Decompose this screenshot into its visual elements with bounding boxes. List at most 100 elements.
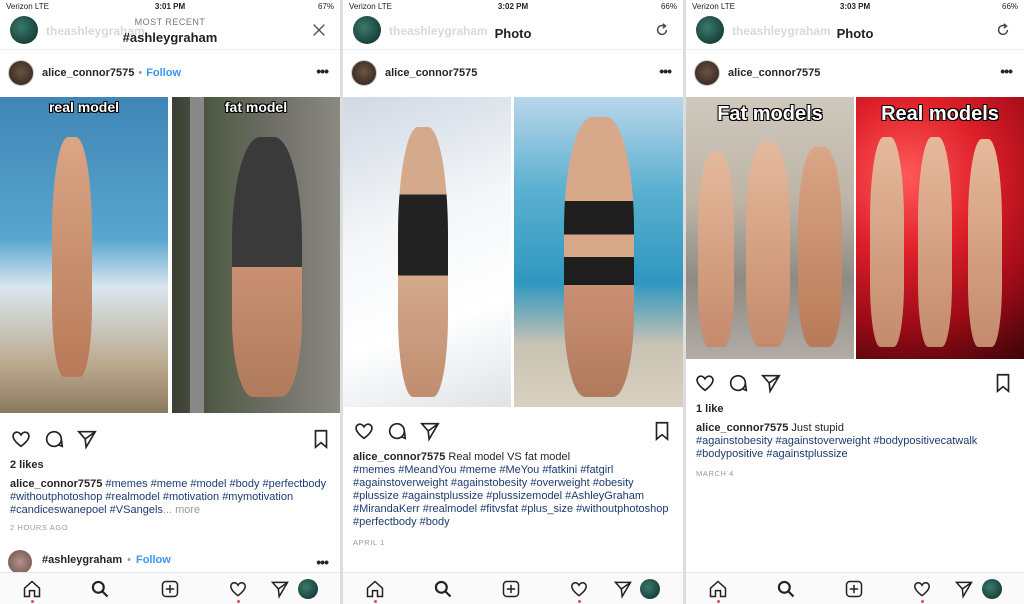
- separator-dot: •: [127, 554, 131, 566]
- post-photo-right[interactable]: fat model: [172, 97, 340, 413]
- post-photo-left[interactable]: Fat models: [686, 97, 854, 359]
- heart-icon[interactable]: [10, 428, 32, 450]
- carrier-label: Verizon LTE: [349, 1, 392, 11]
- profile-avatar[interactable]: [982, 579, 1002, 599]
- post-header: alice_connor7575 •••: [686, 60, 1024, 86]
- clock: 3:03 PM: [839, 1, 871, 11]
- bottom-navigation: [686, 572, 1024, 604]
- refresh-icon[interactable]: [994, 22, 1012, 40]
- clock: 3:01 PM: [154, 1, 186, 11]
- post-username[interactable]: alice_connor7575: [728, 67, 820, 79]
- heart-icon[interactable]: [353, 420, 375, 442]
- post-actions: [0, 428, 340, 450]
- photo-figure: [746, 142, 790, 347]
- photo-figure: [52, 137, 92, 377]
- direct-icon[interactable]: [613, 579, 633, 599]
- heart-icon[interactable]: [228, 579, 248, 599]
- caption-hashtags[interactable]: #againstobesity #againstoverweight #body…: [696, 435, 1014, 461]
- notification-dot: [717, 600, 720, 603]
- heart-icon[interactable]: [912, 579, 932, 599]
- direct-icon[interactable]: [954, 579, 974, 599]
- bookmark-icon[interactable]: [992, 372, 1014, 394]
- post-username[interactable]: alice_connor7575: [42, 67, 134, 79]
- notification-dot: [374, 600, 377, 603]
- search-icon[interactable]: [433, 579, 453, 599]
- follow-button[interactable]: Follow: [136, 554, 171, 566]
- more-options-icon[interactable]: •••: [1000, 63, 1013, 79]
- post-header: alice_connor7575 • Follow •••: [0, 60, 340, 86]
- top-navigation: theashleygraham Photo: [686, 12, 1024, 50]
- share-icon[interactable]: [419, 420, 441, 442]
- add-icon[interactable]: [501, 579, 521, 599]
- refresh-icon[interactable]: [653, 22, 671, 40]
- post-caption: alice_connor7575 #memes #meme #model #bo…: [10, 478, 330, 517]
- avatar[interactable]: [8, 60, 34, 86]
- caption-username[interactable]: alice_connor7575: [353, 451, 445, 463]
- profile-avatar[interactable]: [640, 579, 660, 599]
- photo-figure: [798, 147, 842, 347]
- nav-title: Photo: [836, 26, 874, 41]
- post-actions: [686, 372, 1024, 394]
- carrier-label: Verizon LTE: [692, 1, 735, 11]
- more-options-icon[interactable]: •••: [316, 554, 329, 570]
- like-count[interactable]: 1 like: [696, 403, 724, 415]
- notification-dot: [578, 600, 581, 603]
- follow-button[interactable]: Follow: [146, 67, 181, 79]
- post-photo-left[interactable]: [343, 97, 511, 407]
- photo-figure: [968, 139, 1002, 347]
- heart-icon[interactable]: [569, 579, 589, 599]
- share-icon[interactable]: [76, 428, 98, 450]
- photo-screen-real-vs-fat: Verizon LTE 3:02 PM 66% theashleygraham …: [343, 0, 683, 604]
- more-link[interactable]: ... more: [163, 504, 200, 516]
- search-icon[interactable]: [90, 579, 110, 599]
- top-navigation: theashleygraham Photo: [343, 12, 683, 50]
- caption-username[interactable]: alice_connor7575: [696, 422, 788, 434]
- caption-hashtags[interactable]: #memes #MeandYou #meme #MeYou #fatkini #…: [353, 464, 673, 529]
- next-post-username[interactable]: #ashleygraham: [42, 554, 122, 566]
- caption-text: Real model VS fat model: [445, 451, 571, 463]
- post-header: alice_connor7575 •••: [343, 60, 683, 86]
- home-icon[interactable]: [365, 579, 385, 599]
- post-username[interactable]: alice_connor7575: [385, 67, 477, 79]
- avatar[interactable]: [694, 60, 720, 86]
- direct-icon[interactable]: [270, 579, 290, 599]
- home-icon[interactable]: [22, 579, 42, 599]
- close-icon[interactable]: [310, 22, 328, 40]
- share-icon[interactable]: [760, 372, 782, 394]
- comment-icon[interactable]: [386, 420, 408, 442]
- more-options-icon[interactable]: •••: [316, 63, 329, 79]
- add-icon[interactable]: [844, 579, 864, 599]
- separator-dot: •: [138, 67, 143, 79]
- avatar[interactable]: [8, 550, 32, 574]
- heart-icon[interactable]: [694, 372, 716, 394]
- add-icon[interactable]: [160, 579, 180, 599]
- post-actions: [343, 420, 683, 442]
- photo-pole: [190, 97, 204, 413]
- bottom-navigation: [343, 572, 683, 604]
- status-bar: Verizon LTE 3:03 PM 66%: [686, 0, 1024, 12]
- post-caption: alice_connor7575 Just stupid #againstobe…: [696, 422, 1014, 461]
- bookmark-icon[interactable]: [310, 428, 332, 450]
- photo-figure: [564, 117, 634, 397]
- post-photo-right[interactable]: [514, 97, 683, 407]
- profile-avatar[interactable]: [298, 579, 318, 599]
- home-icon[interactable]: [708, 579, 728, 599]
- search-icon[interactable]: [776, 579, 796, 599]
- post-photo-right[interactable]: Real models: [856, 97, 1024, 359]
- post-photo-left[interactable]: real model: [0, 97, 168, 413]
- avatar[interactable]: [351, 60, 377, 86]
- more-options-icon[interactable]: •••: [659, 63, 672, 79]
- photo-figure: [870, 137, 904, 347]
- like-count[interactable]: 2 likes: [10, 459, 44, 471]
- nav-title: Photo: [494, 26, 532, 41]
- meme-caption: Fat models: [717, 103, 823, 125]
- meme-caption: real model: [48, 99, 120, 115]
- comment-icon[interactable]: [727, 372, 749, 394]
- meme-caption: fat model: [224, 99, 288, 115]
- bookmark-icon[interactable]: [651, 420, 673, 442]
- caption-username[interactable]: alice_connor7575: [10, 478, 102, 490]
- status-bar: Verizon LTE 3:01 PM 67%: [0, 0, 340, 12]
- comment-icon[interactable]: [43, 428, 65, 450]
- post-timestamp: MARCH 4: [696, 469, 734, 478]
- post-caption: alice_connor7575 Real model VS fat model…: [353, 451, 673, 529]
